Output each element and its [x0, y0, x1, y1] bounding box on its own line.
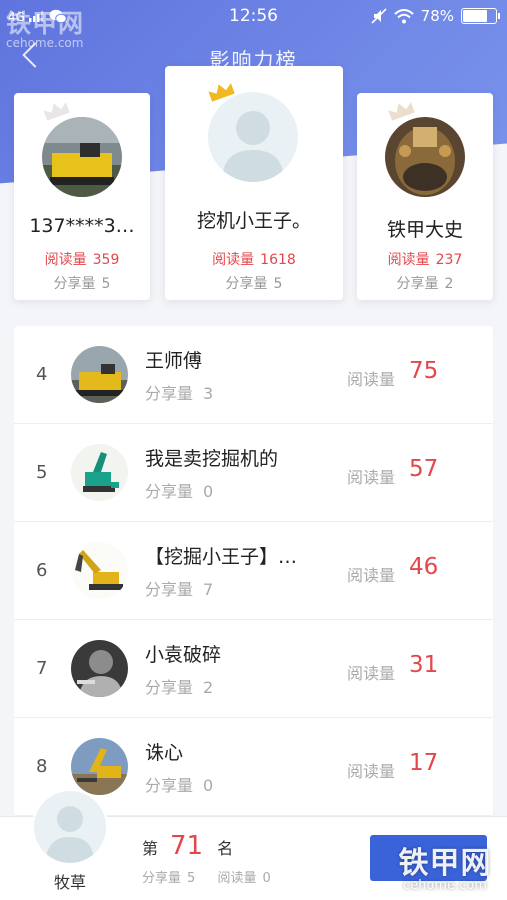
- share-count: 分享量 3: [145, 384, 214, 403]
- share-count: 分享量 7: [145, 580, 214, 599]
- battery-percent: 78%: [420, 7, 454, 25]
- read-label: 阅读量: [347, 762, 396, 781]
- podium-card-1st[interactable]: 挖机小王子。 阅读量 1618 分享量 5: [165, 66, 343, 300]
- read-count: 17: [409, 750, 439, 776]
- podium-name: 铁甲大史: [386, 219, 463, 241]
- read-count: 75: [409, 358, 439, 384]
- avatar: [71, 738, 128, 795]
- wifi-icon: [393, 8, 414, 23]
- share-count: 分享量 2: [145, 678, 214, 697]
- avatar: [71, 444, 128, 501]
- share-count: 分享量 0: [145, 776, 214, 795]
- list-item[interactable]: 4 王师傅 分享量 3 阅读量 75: [14, 326, 493, 424]
- podium-reads: 阅读量 237: [387, 252, 463, 268]
- read-label: 阅读量: [347, 664, 396, 683]
- list-item[interactable]: 7 小袁破碎 分享量 2 阅读量 31: [14, 620, 493, 718]
- podium-name: 137****3…: [29, 215, 135, 237]
- podium-card-2nd[interactable]: 137****3… 阅读量 359 分享量 5: [14, 93, 150, 300]
- battery-icon: [461, 8, 500, 24]
- read-label: 阅读量: [347, 370, 396, 389]
- read-count: 57: [409, 456, 439, 482]
- podium-shares: 分享量 2: [396, 276, 454, 292]
- user-name: 我是卖挖掘机的: [145, 448, 279, 470]
- status-bar: 4G 12:56 78%: [0, 0, 507, 34]
- user-name: 【挖掘小王子】…: [145, 546, 298, 568]
- watermark-bottom-right: 铁甲网 cehome.com: [398, 846, 492, 893]
- share-count: 分享量 0: [145, 482, 214, 501]
- podium-card-3rd[interactable]: 铁甲大史 阅读量 237 分享量 2: [357, 93, 493, 300]
- avatar: [71, 346, 128, 403]
- podium-name: 挖机小王子。: [196, 210, 311, 232]
- read-label: 阅读量: [347, 566, 396, 585]
- read-label: 阅读量: [347, 468, 396, 487]
- rank-number: 6: [36, 560, 48, 581]
- rank-number: 8: [36, 756, 48, 777]
- rank-number: 4: [36, 364, 48, 385]
- avatar: [71, 542, 128, 599]
- rank-number: 7: [36, 658, 48, 679]
- ranking-list: 4 王师傅 分享量 3 阅读量 75 5 我是卖挖掘机的 分享量 0 阅读量 57 …: [14, 326, 493, 816]
- read-count: 46: [409, 554, 439, 580]
- podium-reads: 阅读量 359: [44, 252, 120, 268]
- avatar: [34, 791, 106, 863]
- avatar: [71, 640, 128, 697]
- podium-reads: 阅读量 1618: [212, 252, 296, 268]
- mute-icon: [371, 8, 387, 24]
- user-name: 小袁破碎: [145, 644, 222, 666]
- user-name: 诛心: [145, 742, 184, 764]
- user-name: 王师傅: [145, 350, 203, 372]
- avatar: [42, 117, 122, 197]
- avatar: [385, 117, 465, 197]
- podium-shares: 分享量 5: [53, 276, 111, 292]
- list-item[interactable]: 6 【挖掘小王子】… 分享量 7 阅读量 46: [14, 522, 493, 620]
- avatar: [208, 92, 298, 182]
- my-rank: 第 71 名: [142, 831, 234, 861]
- my-name: 牧草: [54, 873, 87, 892]
- list-item[interactable]: 5 我是卖挖掘机的 分享量 0 阅读量 57: [14, 424, 493, 522]
- my-stats: 分享量 5 阅读量 0: [142, 871, 271, 886]
- rank-number: 5: [36, 462, 48, 483]
- podium-shares: 分享量 5: [225, 276, 283, 292]
- read-count: 31: [409, 652, 439, 678]
